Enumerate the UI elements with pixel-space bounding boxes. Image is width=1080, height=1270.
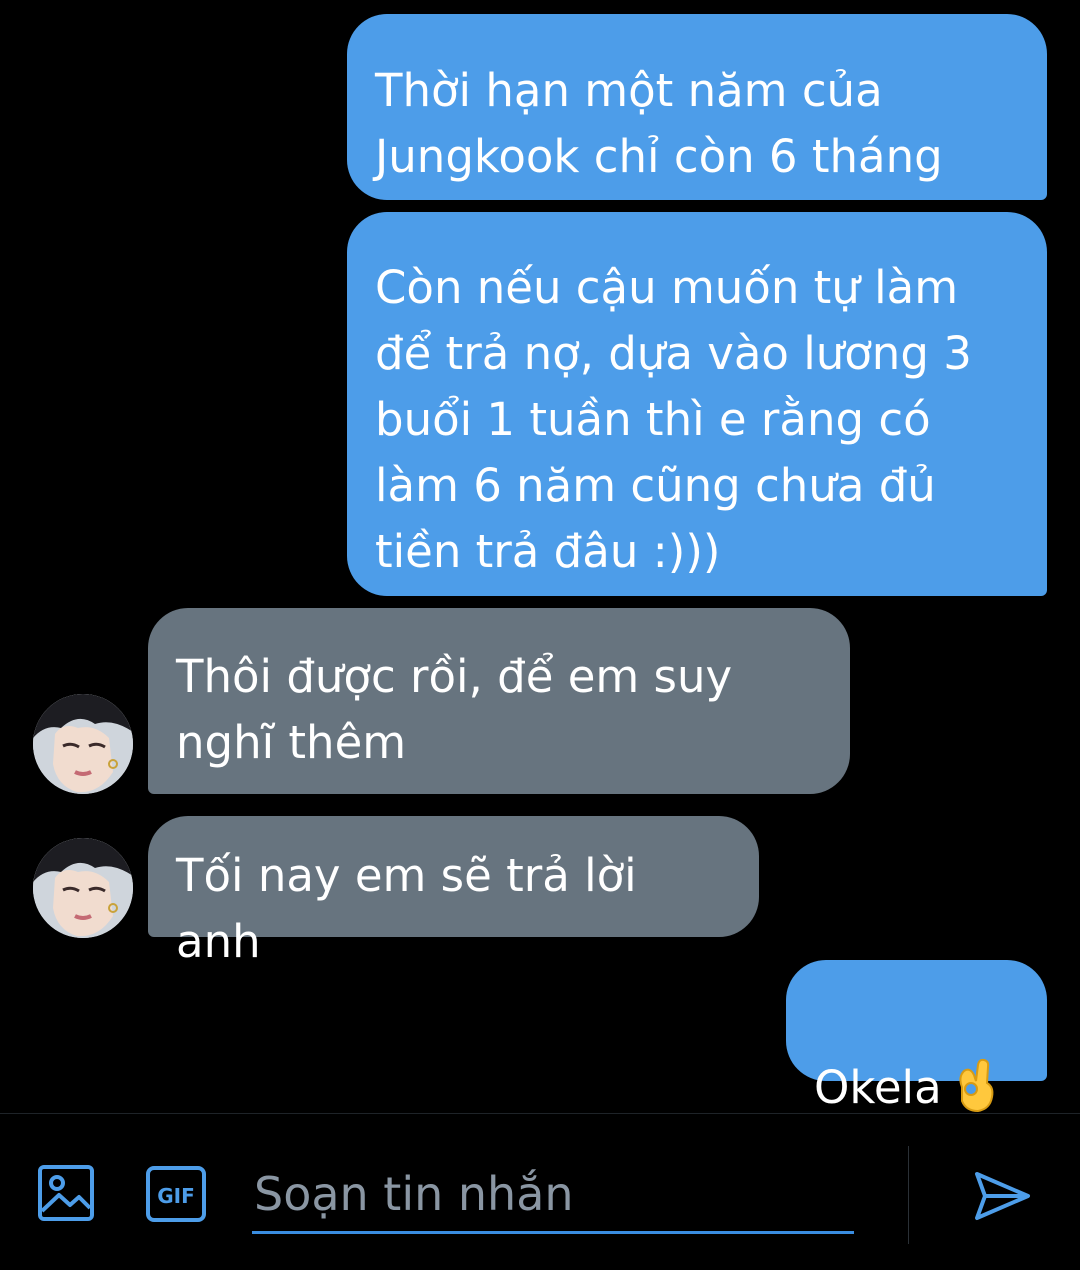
contact-avatar[interactable] bbox=[33, 694, 133, 794]
gif-label: GIF bbox=[157, 1184, 195, 1208]
image-icon bbox=[38, 1165, 94, 1221]
message-text: Okela bbox=[814, 1061, 942, 1114]
send-icon bbox=[975, 1172, 1030, 1220]
sent-message-bubble[interactable]: Okela bbox=[786, 960, 1047, 1114]
gif-button[interactable]: GIF bbox=[146, 1166, 206, 1222]
send-button[interactable] bbox=[972, 1166, 1032, 1226]
sent-message-bubble[interactable]: Thời hạn một năm của Jungkook chỉ còn 6 … bbox=[347, 14, 1047, 200]
composer-divider bbox=[908, 1146, 909, 1244]
compose-message-input[interactable] bbox=[252, 1162, 854, 1234]
contact-avatar-photo bbox=[33, 838, 133, 938]
contact-avatar[interactable] bbox=[33, 838, 133, 938]
contact-avatar-photo bbox=[33, 694, 133, 794]
sent-message-bubble[interactable]: Còn nếu cậu muốn tự làm để trả nợ, dựa v… bbox=[347, 212, 1047, 596]
message-composer: GIF bbox=[0, 1113, 1080, 1270]
attach-image-button[interactable] bbox=[37, 1164, 95, 1222]
received-message-bubble[interactable]: Tối nay em sẽ trả lời anh bbox=[148, 816, 759, 968]
chat-screen: Thời hạn một năm của Jungkook chỉ còn 6 … bbox=[0, 0, 1080, 1270]
received-message-bubble[interactable]: Thôi được rồi, để em suy nghĩ thêm bbox=[148, 608, 850, 794]
gif-icon: GIF bbox=[146, 1166, 206, 1222]
